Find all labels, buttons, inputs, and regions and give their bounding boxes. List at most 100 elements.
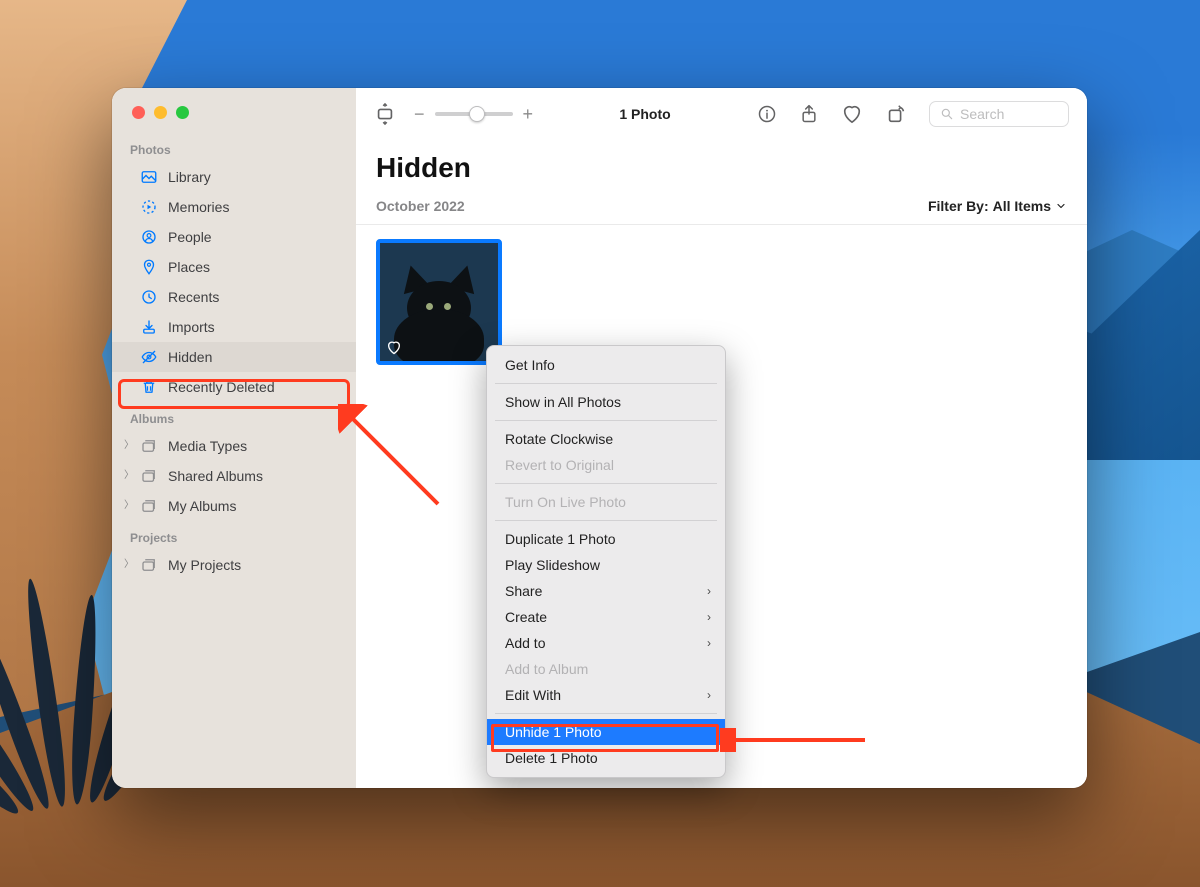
imports-icon <box>140 318 158 336</box>
filter-value: All Items <box>993 198 1051 214</box>
photo-thumbnail[interactable] <box>376 239 502 365</box>
menu-item-create[interactable]: Create› <box>487 604 725 630</box>
minimize-window-button[interactable] <box>154 106 167 119</box>
menu-separator <box>495 713 717 714</box>
menu-item-delete-1-photo[interactable]: Delete 1 Photo <box>487 745 725 771</box>
menu-item-get-info[interactable]: Get Info <box>487 352 725 378</box>
photo-image <box>394 269 484 359</box>
sidebar-item-library[interactable]: Library <box>112 162 356 192</box>
menu-item-label: Share <box>505 583 542 599</box>
menu-separator <box>495 483 717 484</box>
menu-item-play-slideshow[interactable]: Play Slideshow <box>487 552 725 578</box>
menu-item-turn-on-live-photo: Turn On Live Photo <box>487 489 725 515</box>
sidebar-item-my-projects[interactable]: 〉 My Projects <box>112 550 356 580</box>
sidebar-item-label: Imports <box>168 320 215 334</box>
sidebar: Photos Library Memories People <box>112 88 356 788</box>
stack-icon <box>140 437 158 455</box>
people-icon <box>140 228 158 246</box>
menu-item-edit-with[interactable]: Edit With › <box>487 682 725 708</box>
menu-item-label: Duplicate 1 Photo <box>505 531 616 547</box>
library-icon <box>140 168 158 186</box>
chevron-right-icon: › <box>707 584 711 598</box>
favorite-icon[interactable] <box>841 104 863 124</box>
sidebar-item-label: Memories <box>168 200 229 214</box>
sidebar-item-label: Recents <box>168 290 219 304</box>
menu-item-label: Create <box>505 609 547 625</box>
context-menu: Get Info Show in All Photos Rotate Clockwi… <box>486 345 726 778</box>
fullscreen-window-button[interactable] <box>176 106 189 119</box>
menu-separator <box>495 420 717 421</box>
menu-item-revert-to-original: Revert to Original <box>487 452 725 478</box>
menu-separator <box>495 383 717 384</box>
share-icon[interactable] <box>799 103 819 125</box>
sidebar-heading-projects: Projects <box>112 521 356 550</box>
sidebar-item-label: Media Types <box>168 439 247 453</box>
menu-item-label: Edit With <box>505 687 561 703</box>
sidebar-item-label: My Albums <box>168 499 236 513</box>
memories-icon <box>140 198 158 216</box>
zoom-track[interactable] <box>435 112 513 116</box>
menu-separator <box>495 520 717 521</box>
menu-item-duplicate-1-photo[interactable]: Duplicate 1 Photo <box>487 526 725 552</box>
menu-item-label: Get Info <box>505 357 555 373</box>
sidebar-heading-photos: Photos <box>112 133 356 162</box>
sidebar-heading-albums: Albums <box>112 402 356 431</box>
search-icon <box>940 107 954 121</box>
menu-item-unhide-1-photo[interactable]: Unhide 1 Photo <box>487 719 725 745</box>
close-window-button[interactable] <box>132 106 145 119</box>
menu-item-label: Revert to Original <box>505 457 614 473</box>
sidebar-item-label: My Projects <box>168 558 241 572</box>
menu-item-label: Turn On Live Photo <box>505 494 626 510</box>
disclosure-icon[interactable]: 〉 <box>124 441 134 451</box>
search-placeholder: Search <box>960 106 1004 122</box>
menu-item-label: Unhide 1 Photo <box>505 724 602 740</box>
sidebar-item-hidden[interactable]: Hidden <box>112 342 356 372</box>
menu-item-add-to[interactable]: Add to› <box>487 630 725 656</box>
sidebar-item-label: Library <box>168 170 211 184</box>
rotate-icon[interactable] <box>885 103 907 125</box>
disclosure-icon[interactable]: 〉 <box>124 471 134 481</box>
stack-icon <box>140 497 158 515</box>
sidebar-item-people[interactable]: People <box>112 222 356 252</box>
sidebar-item-imports[interactable]: Imports <box>112 312 356 342</box>
chevron-right-icon: › <box>707 636 711 650</box>
zoom-out-label[interactable]: − <box>414 104 425 125</box>
places-icon <box>140 258 158 276</box>
stack-icon <box>140 556 158 574</box>
chevron-down-icon <box>1055 200 1067 212</box>
info-icon[interactable] <box>757 104 777 124</box>
menu-item-label: Rotate Clockwise <box>505 431 613 447</box>
sidebar-item-memories[interactable]: Memories <box>112 192 356 222</box>
hidden-icon <box>140 348 158 366</box>
menu-item-rotate-clockwise[interactable]: Rotate Clockwise <box>487 426 725 452</box>
sidebar-item-shared-albums[interactable]: 〉 Shared Albums <box>112 461 356 491</box>
zoom-in-label[interactable]: + <box>523 104 534 125</box>
disclosure-icon[interactable]: 〉 <box>124 560 134 570</box>
disclosure-icon[interactable]: 〉 <box>124 501 134 511</box>
sidebar-item-label: Recently Deleted <box>168 380 275 394</box>
sidebar-item-label: People <box>168 230 212 244</box>
sidebar-item-media-types[interactable]: 〉 Media Types <box>112 431 356 461</box>
trash-icon <box>140 378 158 396</box>
filter-by-button[interactable]: Filter By: All Items <box>928 198 1067 214</box>
sidebar-item-label: Hidden <box>168 350 212 364</box>
aspect-icon[interactable] <box>374 101 396 127</box>
menu-item-show-in-all-photos[interactable]: Show in All Photos <box>487 389 725 415</box>
zoom-slider[interactable]: − + <box>414 104 533 125</box>
favorite-badge-icon <box>386 340 402 355</box>
menu-item-add-to-album: Add to Album <box>487 656 725 682</box>
sidebar-item-places[interactable]: Places <box>112 252 356 282</box>
sidebar-item-my-albums[interactable]: 〉 My Albums <box>112 491 356 521</box>
chevron-right-icon: › <box>707 688 711 702</box>
menu-item-share[interactable]: Share › <box>487 578 725 604</box>
menu-item-label: Play Slideshow <box>505 557 600 573</box>
sidebar-item-recents[interactable]: Recents <box>112 282 356 312</box>
toolbar: − + 1 Photo <box>356 88 1087 140</box>
search-input[interactable]: Search <box>929 101 1069 127</box>
menu-item-label: Show in All Photos <box>505 394 621 410</box>
menu-item-label: Add to Album <box>505 661 588 677</box>
window-controls <box>112 102 356 133</box>
menu-item-label: Delete 1 Photo <box>505 750 598 766</box>
sidebar-item-recently-deleted[interactable]: Recently Deleted <box>112 372 356 402</box>
zoom-thumb[interactable] <box>469 106 485 122</box>
